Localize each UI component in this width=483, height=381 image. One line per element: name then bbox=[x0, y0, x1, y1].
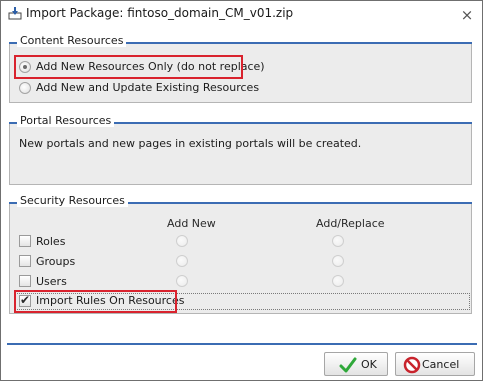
add-update-existing-label[interactable]: Add New and Update Existing Resources bbox=[36, 81, 259, 94]
users-add-replace-radio[interactable] bbox=[332, 275, 344, 287]
cancel-button[interactable]: Cancel bbox=[395, 352, 475, 376]
close-icon[interactable]: × bbox=[460, 8, 474, 23]
content-resources-title: Content Resources bbox=[17, 34, 127, 47]
users-checkbox[interactable] bbox=[19, 275, 31, 287]
security-resources-title: Security Resources bbox=[17, 194, 128, 207]
title-bar: Import Package: fintoso_domain_CM_v01.zi… bbox=[2, 2, 481, 25]
import-package-icon bbox=[8, 6, 22, 20]
portal-resources-message: New portals and new pages in existing po… bbox=[19, 137, 362, 150]
highlight-import-rules bbox=[14, 290, 177, 313]
roles-add-replace-radio[interactable] bbox=[332, 235, 344, 247]
roles-label: Roles bbox=[36, 235, 66, 248]
column-header-add-new: Add New bbox=[167, 217, 216, 230]
ok-label: OK bbox=[361, 358, 377, 371]
add-update-existing-radio[interactable] bbox=[19, 82, 31, 94]
ok-button[interactable]: OK bbox=[324, 352, 388, 376]
users-add-new-radio[interactable] bbox=[176, 275, 188, 287]
portal-resources-title: Portal Resources bbox=[17, 114, 115, 127]
roles-add-new-radio[interactable] bbox=[176, 235, 188, 247]
column-header-add-replace: Add/Replace bbox=[316, 217, 385, 230]
cancel-label: Cancel bbox=[422, 358, 460, 371]
roles-checkbox[interactable] bbox=[19, 235, 31, 247]
groups-checkbox[interactable] bbox=[19, 255, 31, 267]
green-check-icon bbox=[339, 356, 357, 374]
window-title: Import Package: fintoso_domain_CM_v01.zi… bbox=[26, 6, 294, 20]
portal-resources-group: Portal Resources bbox=[9, 114, 472, 185]
highlight-add-new-only bbox=[14, 55, 243, 79]
import-package-dialog: Import Package: fintoso_domain_CM_v01.zi… bbox=[0, 0, 483, 381]
users-label: Users bbox=[36, 275, 67, 288]
groups-label: Groups bbox=[36, 255, 76, 268]
red-no-icon bbox=[403, 356, 421, 374]
groups-add-new-radio[interactable] bbox=[176, 255, 188, 267]
footer-divider bbox=[7, 343, 477, 345]
groups-add-replace-radio[interactable] bbox=[332, 255, 344, 267]
